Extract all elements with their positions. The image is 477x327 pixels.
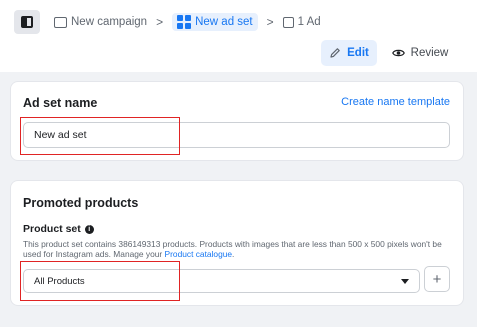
breadcrumb-separator: > [156,15,164,29]
product-set-help-end: . [232,249,235,259]
pencil-icon [330,48,340,58]
breadcrumb-campaign-label: New campaign [71,16,148,28]
ad-set-name-value: New ad set [34,129,87,141]
breadcrumb-ad-set-label: New ad set [195,16,253,28]
product-catalogue-link[interactable]: Product catalogue [165,249,233,259]
product-set-help-text: This product set contains 386149313 prod… [23,239,453,259]
product-set-label: Product set i [23,223,94,235]
sidebar-toggle-button[interactable] [14,10,40,34]
folder-outline-icon [54,16,67,28]
square-outline-icon [282,16,294,28]
breadcrumb-ad-set[interactable]: New ad set [172,13,258,31]
edit-button[interactable]: Edit [321,40,377,66]
add-product-set-button[interactable]: + [424,266,450,292]
promoted-products-card: Promoted products Product set i This pro… [11,181,463,305]
breadcrumb: New campaign > New ad set > 1 Ad [54,12,321,32]
ad-set-name-title: Ad set name [23,96,98,110]
ad-set-name-card: Ad set name Create name template New ad … [11,82,463,160]
info-icon[interactable]: i [84,224,94,234]
product-set-label-text: Product set [23,223,81,235]
ad-set-name-input[interactable]: New ad set [23,122,450,148]
grid-icon [177,15,192,29]
eye-icon [391,49,405,57]
product-set-select[interactable]: All Products [23,269,420,293]
review-button-label: Review [410,47,449,59]
review-button[interactable]: Review [385,40,455,66]
breadcrumb-campaign[interactable]: New campaign [54,16,147,28]
breadcrumb-ad[interactable]: 1 Ad [282,16,321,28]
top-bar: New campaign > New ad set > 1 Ad Edit Re… [0,0,477,72]
breadcrumb-ad-label: 1 Ad [297,16,321,28]
breadcrumb-separator: > [266,15,274,29]
product-set-selected-value: All Products [34,275,85,287]
promoted-products-title: Promoted products [23,196,139,210]
create-name-template-link[interactable]: Create name template [341,96,450,108]
edit-button-label: Edit [347,47,369,59]
sidebar-toggle-icon [21,16,33,28]
caret-down-icon [401,278,409,284]
